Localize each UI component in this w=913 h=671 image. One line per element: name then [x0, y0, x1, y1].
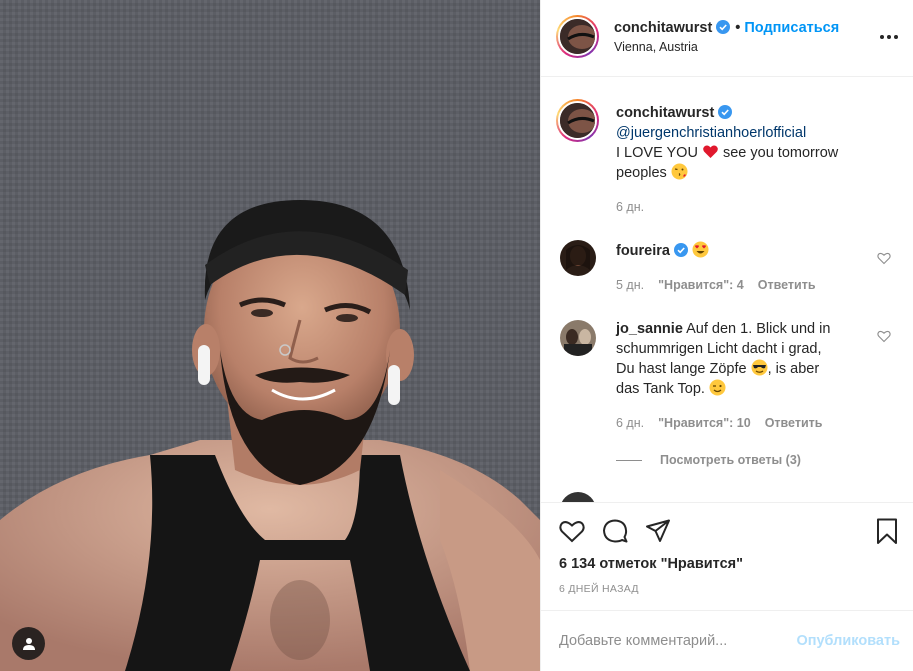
post-actions: 6 134 отметок "Нравится" 6 ДНЕЙ НАЗАД: [541, 502, 913, 610]
caption-line1-b: see you tomorrow: [718, 145, 839, 161]
comment-body: jo_sannie Auf den 1. Blick und in schumm…: [616, 319, 881, 399]
verified-badge-icon: [716, 20, 731, 34]
sunglasses-emoji-icon: [751, 359, 768, 376]
instagram-post-modal: conchitawurst • Подписаться Vienna, Austri…: [0, 0, 913, 671]
comment-author[interactable]: foureira: [616, 243, 670, 259]
comment-avatar[interactable]: [560, 320, 596, 356]
heart-eyes-emoji-icon: [692, 241, 709, 258]
reply-button[interactable]: Ответить: [758, 278, 816, 292]
comment-like-heart-icon[interactable]: [877, 329, 891, 343]
red-heart-emoji-icon: [703, 145, 718, 158]
heart-icon[interactable]: [558, 517, 586, 545]
verified-badge-icon: [718, 105, 733, 119]
winking-face-emoji-icon: [709, 379, 726, 396]
comment-avatar[interactable]: [560, 240, 596, 276]
follow-button[interactable]: Подписаться: [744, 20, 839, 36]
caption-mention[interactable]: @juergenchristianhoerlofficial: [616, 125, 806, 141]
comment-body: foureira: [616, 241, 709, 261]
location-link[interactable]: Vienna, Austria: [614, 40, 698, 54]
post-sidebar: conchitawurst • Подписаться Vienna, Austri…: [540, 0, 913, 671]
more-options-icon[interactable]: [877, 27, 901, 47]
comment-input[interactable]: Добавьте комментарий...: [559, 633, 727, 649]
add-comment-bar: Добавьте комментарий... Опубликовать: [541, 610, 913, 671]
comment-line3: Du hast lange Zöpfe: [616, 361, 747, 377]
comment-meta: 6 дн. "Нравится": 10 Ответить: [616, 416, 822, 430]
caption-line1-a: I LOVE YOU: [616, 145, 698, 161]
comment-meta: 5 дн. "Нравится": 4 Ответить: [616, 278, 816, 292]
paper-plane-icon[interactable]: [644, 517, 672, 545]
post-photo[interactable]: [0, 0, 540, 671]
comments-list[interactable]: conchitawurst @juergenchristianhoerloffi…: [541, 78, 913, 502]
caption-time[interactable]: 6 дн.: [616, 200, 644, 214]
view-replies-label: Посмотреть ответы (3): [660, 453, 801, 467]
caption-line2: peoples: [616, 165, 667, 181]
caption-avatar[interactable]: [556, 99, 599, 142]
comment-time[interactable]: 6 дн.: [616, 416, 644, 430]
comment-author[interactable]: jo_sannie: [616, 321, 683, 337]
comment-line1: Auf den 1. Blick und in: [686, 321, 831, 337]
caption-text: conchitawurst @juergenchristianhoerloffi…: [616, 103, 896, 183]
comment-time[interactable]: 5 дн.: [616, 278, 644, 292]
comment-likes[interactable]: "Нравится": 4: [658, 278, 744, 292]
bookmark-icon[interactable]: [873, 517, 901, 545]
separator-dot: •: [735, 20, 741, 36]
user-tag-icon[interactable]: [12, 627, 45, 660]
verified-badge-icon: [674, 243, 688, 257]
comment-avatar[interactable]: [560, 492, 596, 502]
comment-like-heart-icon[interactable]: [877, 251, 891, 265]
selfie-image: [0, 0, 540, 671]
kissing-face-emoji-icon: [671, 163, 688, 180]
comment-line4: das Tank Top.: [616, 381, 705, 397]
author-username[interactable]: conchitawurst: [614, 20, 712, 36]
comment-line3b: , is aber: [767, 361, 820, 377]
post-header: conchitawurst • Подписаться Vienna, Austri…: [541, 0, 913, 77]
comment-icon[interactable]: [601, 517, 629, 545]
caption-author[interactable]: conchitawurst: [616, 105, 714, 121]
reply-button[interactable]: Ответить: [765, 416, 823, 430]
publish-button[interactable]: Опубликовать: [796, 633, 900, 649]
post-date[interactable]: 6 ДНЕЙ НАЗАД: [559, 583, 639, 595]
likes-count[interactable]: 6 134 отметок "Нравится": [559, 556, 743, 572]
view-replies-button[interactable]: Посмотреть ответы (3): [616, 453, 801, 467]
comment-likes[interactable]: "Нравится": 10: [658, 416, 751, 430]
comment-line2: schummrigen Licht dacht i grad,: [616, 341, 822, 357]
replies-divider-line: [616, 460, 642, 462]
author-header: conchitawurst • Подписаться: [614, 20, 839, 36]
author-avatar[interactable]: [556, 15, 599, 58]
